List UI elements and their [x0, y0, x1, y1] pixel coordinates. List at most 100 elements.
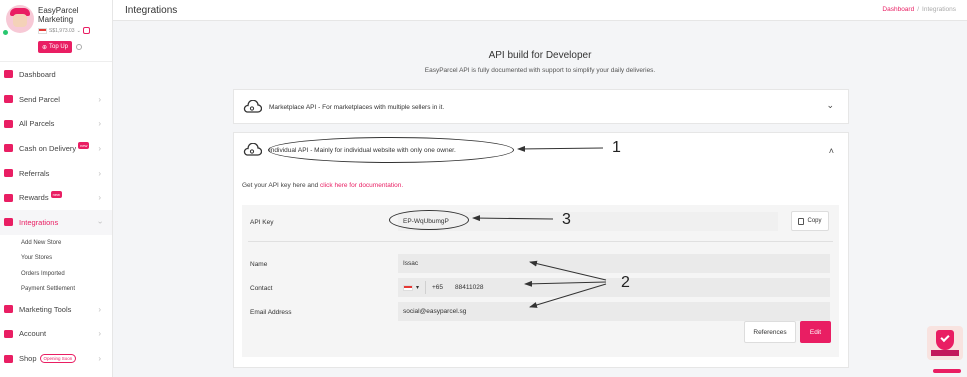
sidebar-item-label: Marketing Tools — [19, 304, 72, 314]
cloud-icon — [243, 143, 262, 156]
breadcrumb-separator: / — [917, 6, 920, 13]
truck-icon — [4, 95, 13, 104]
api-key-label: API Key — [250, 219, 274, 226]
sidebar-nav: Dashboard Send Parcel › All Parcels › Ca… — [0, 62, 112, 371]
contact-country-code: +65 — [432, 284, 444, 291]
brand-name: EasyParcel Marketing — [38, 6, 79, 24]
contact-field[interactable]: ▾ +65 88411028 — [398, 278, 830, 297]
top-up-label: Top Up — [49, 44, 69, 50]
references-button[interactable]: References — [744, 321, 796, 343]
chevron-right-icon: › — [98, 193, 101, 203]
chevron-right-icon: › — [98, 304, 101, 314]
sidebar-item-label: Send Parcel — [19, 94, 60, 104]
annotation-number-3: 3 — [562, 211, 571, 228]
chevron-right-icon: › — [98, 119, 101, 129]
badge-ribbon — [931, 350, 959, 356]
copy-label: Copy — [807, 218, 822, 224]
email-label: Email Address — [250, 309, 292, 316]
name-field[interactable]: Issac — [398, 254, 830, 273]
sidebar-item-send-parcel[interactable]: Send Parcel › — [0, 87, 112, 112]
name-value: Issac — [403, 260, 419, 267]
chevron-right-icon: › — [98, 354, 101, 364]
sidebar-item-dashboard[interactable]: Dashboard — [0, 62, 112, 87]
copy-icon — [798, 217, 805, 225]
sidebar: EasyParcel Marketing S$1,973.03 ⌄ ⊕ Top … — [0, 0, 113, 377]
copy-button[interactable]: Copy — [791, 211, 829, 231]
cash-icon — [4, 144, 13, 153]
api-section-title: API build for Developer — [488, 50, 592, 61]
singapore-flag-icon — [38, 27, 47, 34]
breadcrumb: Dashboard / Integrations — [882, 6, 956, 13]
individual-api-card: Individual API - Mainly for individual w… — [233, 132, 849, 368]
dashboard-icon — [4, 70, 13, 79]
breadcrumb-dashboard[interactable]: Dashboard — [882, 6, 914, 13]
settings-icon[interactable] — [76, 44, 82, 50]
trust-badge-icon[interactable] — [927, 326, 963, 360]
sidebar-item-label: Integrations — [19, 217, 59, 227]
sidebar-subitem-payment-settlement[interactable]: Payment Settlement — [0, 281, 112, 297]
balance-row: S$1,973.03 ⌄ — [38, 27, 90, 34]
name-label: Name — [250, 261, 268, 268]
sidebar-item-integrations[interactable]: Integrations › — [0, 210, 112, 235]
shop-icon — [4, 354, 13, 363]
sidebar-item-account[interactable]: Account › — [0, 322, 112, 347]
new-badge: new — [50, 191, 62, 199]
sidebar-subitem-add-new-store[interactable]: Add New Store — [0, 235, 112, 251]
top-bar: Integrations Dashboard / Integrations — [113, 0, 967, 21]
sidebar-item-referrals[interactable]: Referrals › — [0, 161, 112, 186]
wallet-icon[interactable] — [82, 27, 90, 34]
plus-circle-icon: ⊕ — [41, 44, 47, 51]
page-title: Integrations — [125, 5, 178, 16]
chevron-right-icon: › — [98, 94, 101, 104]
sidebar-item-label: Cash on Delivery — [19, 143, 77, 153]
marketplace-api-title: Marketplace API - For marketplaces with … — [269, 104, 445, 111]
sidebar-item-label: All Parcels — [19, 119, 55, 129]
chevron-down-icon[interactable]: ⌄ — [77, 28, 81, 34]
divider — [248, 241, 833, 242]
sidebar-item-cash-on-delivery[interactable]: Cash on Delivery new › — [0, 136, 112, 161]
avatar[interactable] — [6, 5, 34, 33]
annotation-number-1: 1 — [612, 139, 621, 156]
sidebar-item-rewards[interactable]: Rewards new › — [0, 185, 112, 210]
chevron-down-icon[interactable]: ▾ — [416, 284, 419, 291]
api-section-subtitle: EasyParcel API is fully documented with … — [424, 67, 656, 74]
opening-soon-badge: Opening Soon — [39, 354, 77, 364]
chevron-right-icon: › — [98, 329, 101, 339]
singapore-flag-icon — [403, 284, 413, 291]
annotation-ellipse-api-key — [389, 210, 469, 230]
phone-separator — [425, 281, 427, 294]
contact-label: Contact — [250, 285, 273, 292]
new-badge: new — [78, 141, 90, 149]
breadcrumb-integrations: Integrations — [922, 6, 956, 13]
sidebar-item-marketing-tools[interactable]: Marketing Tools › — [0, 297, 112, 322]
gift-icon — [4, 193, 13, 202]
avatar-face — [13, 14, 27, 27]
chevron-up-icon[interactable]: ˄ — [829, 146, 834, 156]
brand-panel: EasyParcel Marketing S$1,973.03 ⌄ ⊕ Top … — [0, 0, 112, 62]
sidebar-item-label: Account — [19, 329, 47, 339]
sidebar-item-all-parcels[interactable]: All Parcels › — [0, 111, 112, 136]
sidebar-subitem-your-stores[interactable]: Your Stores — [0, 250, 112, 266]
email-field[interactable]: social@easyparcel.sg — [398, 302, 830, 321]
sidebar-item-label: Dashboard — [19, 69, 56, 79]
chat-widget-tab[interactable] — [933, 369, 961, 373]
sidebar-item-shop[interactable]: Shop Opening Soon › — [0, 346, 112, 371]
chevron-down-icon[interactable]: ⌄ — [826, 100, 834, 111]
sidebar-item-label: Shop — [19, 354, 37, 364]
balance-amount: S$1,973.03 — [49, 27, 75, 34]
documentation-link[interactable]: click here for documentation. — [320, 182, 403, 189]
edit-button[interactable]: Edit — [800, 321, 831, 343]
contact-number: 88411028 — [455, 284, 484, 291]
chevron-right-icon: › — [98, 168, 101, 178]
parcels-icon — [4, 119, 13, 128]
annotation-number-2: 2 — [621, 274, 630, 291]
referral-icon — [4, 169, 13, 178]
chevron-down-icon: › — [96, 221, 106, 224]
marketplace-api-card[interactable]: Marketplace API - For marketplaces with … — [233, 89, 849, 124]
chevron-right-icon: › — [98, 143, 101, 153]
sidebar-item-label: Referrals — [19, 168, 50, 178]
sidebar-subitem-orders-imported[interactable]: Orders Imported — [0, 266, 112, 282]
top-up-button[interactable]: ⊕ Top Up — [38, 41, 72, 53]
link-icon — [4, 218, 13, 227]
documentation-line: Get your API key here and click here for… — [242, 182, 403, 189]
